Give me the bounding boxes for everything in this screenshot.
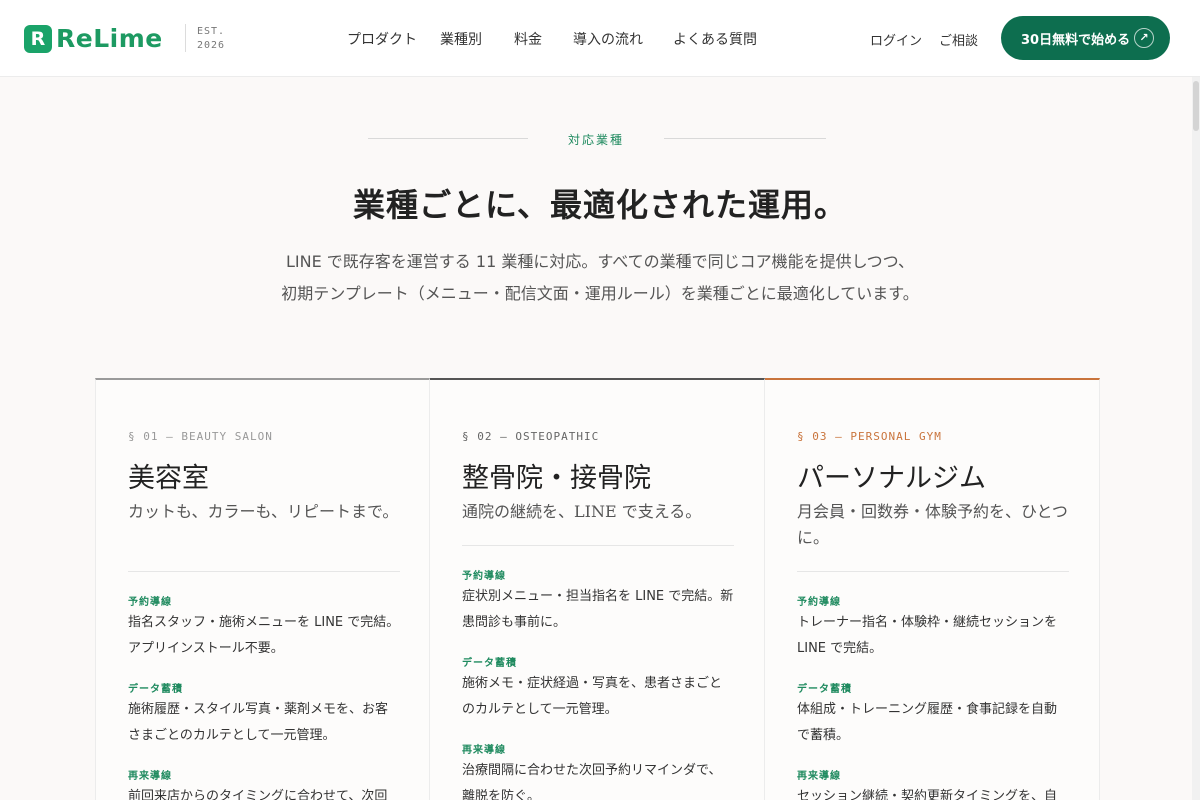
industry-card-beauty-salon: § 01 — BEAUTY SALON 美容室 カットも、カラーも、リピートまで… (95, 378, 430, 800)
logo-divider (185, 24, 186, 52)
nav-faq[interactable]: よくある質問 (673, 29, 757, 49)
eyebrow-line-left (368, 138, 528, 139)
arrow-up-right-icon: ↗ (1134, 28, 1154, 48)
section-title: 業種ごとに、最適化された運用。 (352, 186, 848, 224)
free-trial-button[interactable]: 30日無料で始める ↗ (1001, 16, 1170, 60)
scrollbar[interactable] (1192, 77, 1200, 800)
section-description-line: LINE で既存客を運営する 11 業種に対応。すべての業種で同じコア機能を提供… (286, 252, 914, 271)
logo[interactable]: R ReLime (24, 24, 163, 53)
feature-text: 施術メモ・症状経過・写真を、患者さまごとのカルテとして一元管理。 (462, 676, 723, 717)
feature-label: 予約導線 (128, 597, 172, 608)
nav-pricing[interactable]: 料金 (514, 29, 542, 49)
feature-label: データ蓄積 (128, 684, 183, 695)
section-eyebrow: 対応業種 (567, 133, 624, 147)
feature-text: 前回来店からのタイミングに合わせて、次回提 (128, 789, 388, 800)
feature-text: 治療間隔に合わせた次回予約リマインダで、離脱を防ぐ。 (462, 763, 722, 800)
feature-text: セッション継続・契約更新タイミングを、自動で (797, 789, 1058, 800)
free-trial-label: 30日無料で始める (1021, 32, 1131, 48)
card-title: 整骨院・接骨院 (462, 463, 651, 494)
card-lead: 通院の継続を、LINE で支える。 (462, 502, 702, 521)
feature-text: 体組成・トレーニング履歴・食事記録を自動で蓄積。 (797, 702, 1058, 743)
login-link[interactable]: ログイン (870, 30, 922, 49)
scrollbar-thumb[interactable] (1193, 81, 1199, 131)
feature-label: データ蓄積 (462, 658, 517, 669)
consult-link[interactable]: ご相談 (939, 30, 978, 49)
logo-mark-icon: R (24, 24, 52, 53)
eyebrow-line-right (664, 138, 826, 139)
feature-label: 再来導線 (797, 771, 841, 782)
feature-text: 症状別メニュー・担当指名を LINE で完結。新患問診も事前に。 (462, 589, 734, 630)
card-divider (797, 571, 1069, 572)
logo-est: EST. 2026 (197, 26, 226, 51)
feature-label: 再来導線 (128, 771, 172, 782)
card-lead: 月会員・回数券・体験予約を、ひとつに。 (797, 502, 1068, 547)
card-divider (462, 545, 734, 546)
card-divider (128, 571, 400, 572)
feature-label: 予約導線 (462, 571, 506, 582)
industry-card-osteopathic: § 02 — OSTEOPATHIC 整骨院・接骨院 通院の継続を、LINE で… (430, 378, 765, 800)
feature-label: 再来導線 (462, 745, 506, 756)
nav-product[interactable]: プロダクト (347, 29, 417, 49)
feature-label: データ蓄積 (797, 684, 852, 695)
feature-label: 予約導線 (797, 597, 841, 608)
feature-text: トレーナー指名・体験枠・継続セッションを LINE で完結。 (797, 615, 1058, 656)
nav-industry[interactable]: 業種別 (440, 29, 482, 49)
card-tag: § 01 — BEAUTY SALON (128, 430, 273, 443)
card-title: パーソナルジム (797, 463, 986, 494)
feature-text: 施術履歴・スタイル写真・薬剤メモを、お客さまごとのカルテとして一元管理。 (128, 702, 389, 743)
feature-text: 指名スタッフ・施術メニューを LINE で完結。アプリインストール不要。 (128, 615, 400, 656)
logo-text: ReLime (56, 24, 163, 53)
site-header: R ReLime EST. 2026 プロダクト 業種別 料金 導入の流れ よく… (0, 0, 1200, 77)
card-lead: カットも、カラーも、リピートまで。 (128, 502, 399, 521)
card-title: 美容室 (128, 463, 209, 494)
card-tag: § 03 — PERSONAL GYM (797, 430, 942, 443)
card-tag: § 02 — OSTEOPATHIC (462, 430, 600, 443)
section-description: LINE で既存客を運営する 11 業種に対応。すべての業種で同じコア機能を提供… (200, 246, 1000, 310)
nav-onboarding[interactable]: 導入の流れ (573, 29, 643, 49)
industry-card-personal-gym: § 03 — PERSONAL GYM パーソナルジム 月会員・回数券・体験予約… (765, 378, 1100, 800)
section-description-line: 初期テンプレート（メニュー・配信文面・運用ルール）を業種ごとに最適化しています。 (281, 284, 919, 303)
